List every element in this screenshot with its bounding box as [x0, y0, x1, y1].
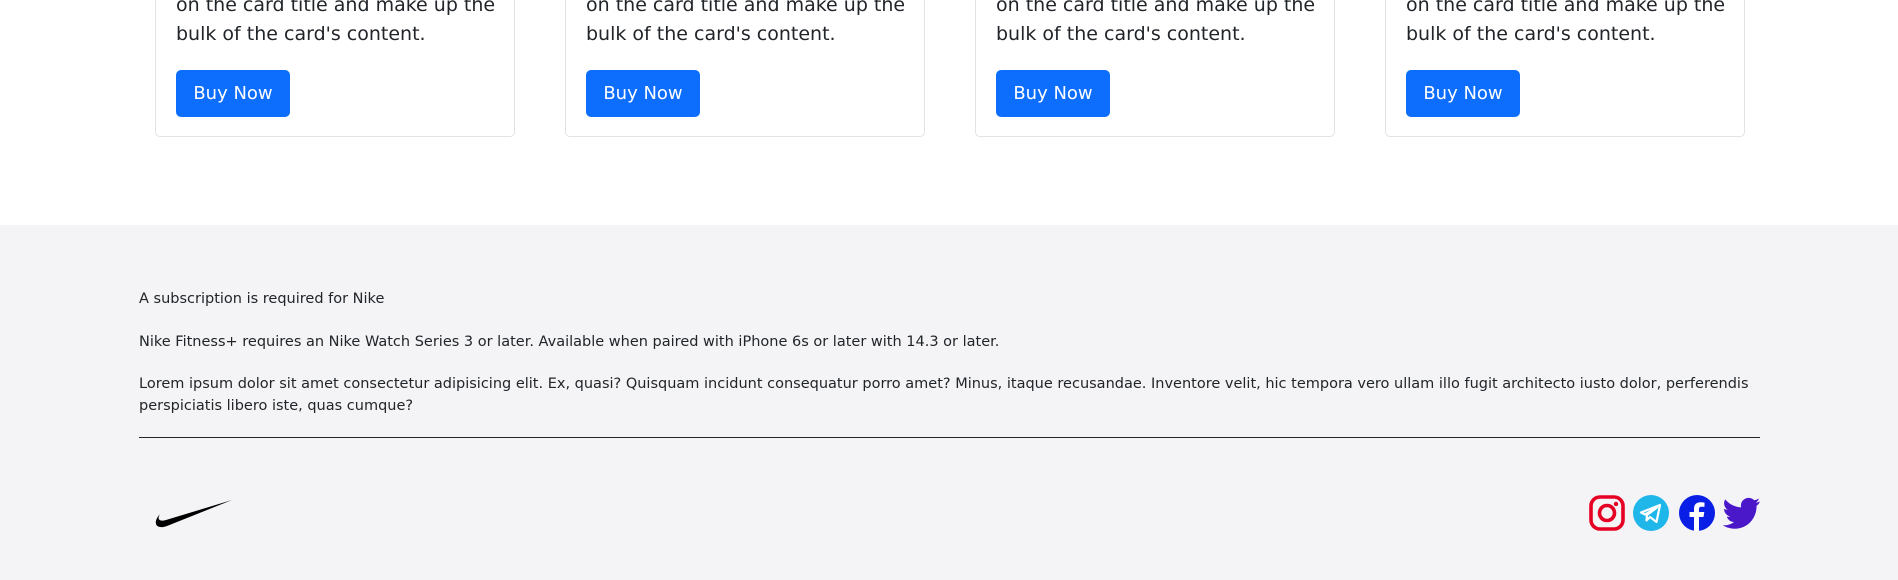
instagram-icon[interactable] [1588, 494, 1626, 532]
lorem-note: Lorem ipsum dolor sit amet consectetur a… [139, 376, 1749, 414]
buy-now-button[interactable]: Buy Now [996, 70, 1110, 117]
card-text: on the card title and make up the bulk o… [586, 0, 906, 45]
site-footer: A subscription is required for Nike Nike… [0, 225, 1898, 580]
subscription-note: A subscription is required for Nike [139, 291, 385, 307]
product-card: on the card title and make up the bulk o… [1385, 0, 1745, 137]
product-card: on the card title and make up the bulk o… [565, 0, 925, 137]
nike-swoosh-icon[interactable] [150, 497, 232, 529]
facebook-icon[interactable] [1678, 494, 1716, 532]
telegram-icon[interactable] [1632, 494, 1670, 532]
product-card: on the card title and make up the bulk o… [975, 0, 1335, 137]
buy-now-button[interactable]: Buy Now [586, 70, 700, 117]
buy-now-button[interactable]: Buy Now [1406, 70, 1520, 117]
product-cards-section: on the card title and make up the bulk o… [0, 0, 1898, 225]
twitter-icon[interactable] [1723, 494, 1761, 532]
card-text: on the card title and make up the bulk o… [1406, 0, 1726, 45]
card-text: on the card title and make up the bulk o… [996, 0, 1316, 45]
requirements-note: Nike Fitness+ requires an Nike Watch Ser… [139, 334, 1000, 350]
product-card: on the card title and make up the bulk o… [155, 0, 515, 137]
footer-divider [139, 437, 1760, 438]
buy-now-button[interactable]: Buy Now [176, 70, 290, 117]
card-text: on the card title and make up the bulk o… [176, 0, 496, 45]
